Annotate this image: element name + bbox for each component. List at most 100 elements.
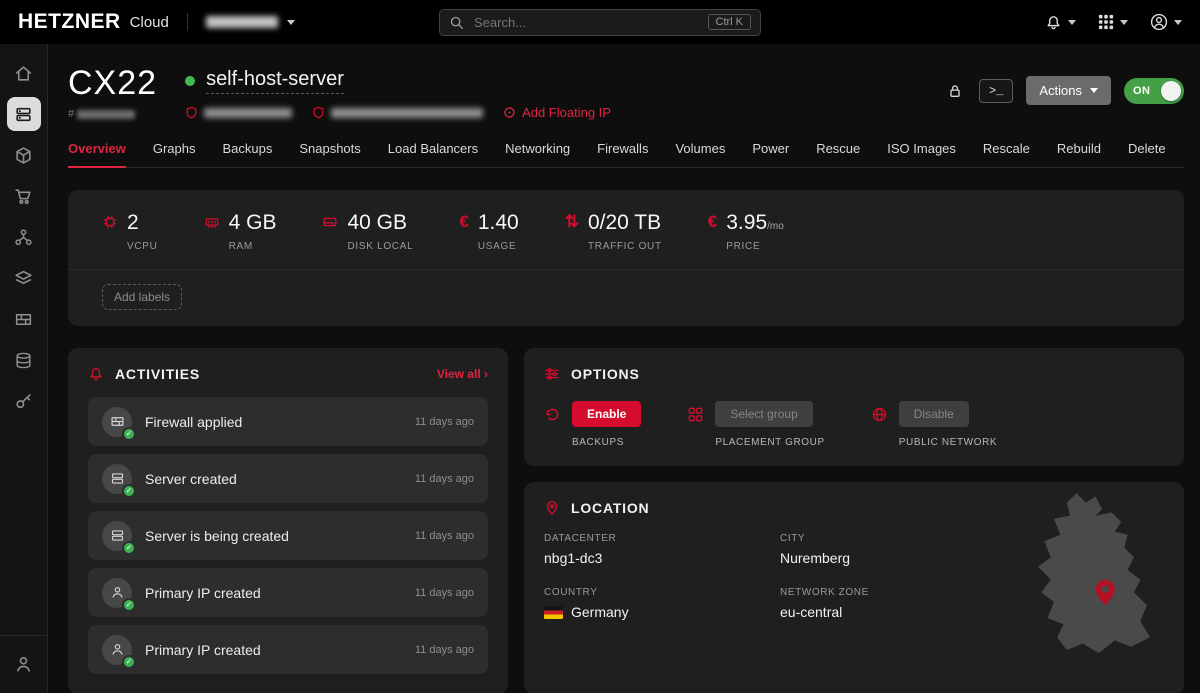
notifications-menu[interactable] xyxy=(1045,14,1076,31)
server-id-redacted xyxy=(77,110,135,119)
server-id: # xyxy=(68,108,157,120)
actions-button[interactable]: Actions xyxy=(1026,76,1111,105)
sidebar-item-networks[interactable] xyxy=(7,220,41,254)
layers-icon xyxy=(14,269,33,288)
search-input[interactable] xyxy=(472,14,700,31)
ip-row: Add Floating IP xyxy=(185,105,611,120)
add-floating-ip-link[interactable]: Add Floating IP xyxy=(503,105,611,120)
enable-backups-button[interactable]: Enable xyxy=(572,401,641,427)
cpu-icon xyxy=(102,214,118,230)
power-toggle[interactable]: ON xyxy=(1124,78,1184,104)
tab-firewalls[interactable]: Firewalls xyxy=(597,141,648,167)
tab-rescue[interactable]: Rescue xyxy=(816,141,860,167)
field-label: NETWORK ZONE xyxy=(780,587,1016,598)
shield-icon xyxy=(185,106,198,119)
stat-label: TRAFFIC OUT xyxy=(588,241,662,252)
shield-icon xyxy=(312,106,325,119)
activity-row[interactable]: Firewall applied 11 days ago xyxy=(88,397,488,446)
sidebar-item-security[interactable] xyxy=(7,384,41,418)
database-icon xyxy=(14,351,33,370)
tab-graphs[interactable]: Graphs xyxy=(153,141,196,167)
stat-label: DISK LOCAL xyxy=(347,241,413,252)
options-card: OPTIONS Enable BACKUPS xyxy=(524,348,1184,466)
server-name[interactable]: self-host-server xyxy=(206,68,344,94)
bell-icon xyxy=(88,366,104,382)
sidebar-item-load-balancers[interactable] xyxy=(7,261,41,295)
toggle-knob xyxy=(1161,81,1181,101)
sidebar-item-feedback[interactable] xyxy=(7,647,41,681)
tab-iso-images[interactable]: ISO Images xyxy=(887,141,956,167)
location-title: LOCATION xyxy=(571,500,649,516)
activities-title: ACTIVITIES xyxy=(115,366,200,382)
field-datacenter: DATACENTER nbg1-dc3 xyxy=(544,533,780,566)
chevron-down-icon xyxy=(1120,20,1128,25)
activity-row[interactable]: Server created 11 days ago xyxy=(88,454,488,503)
chevron-down-icon xyxy=(1068,20,1076,25)
view-all-link[interactable]: View all xyxy=(437,367,488,381)
sidebar-item-volumes[interactable] xyxy=(7,343,41,377)
server-stats-card: 2 VCPU 4 GB RAM xyxy=(68,190,1184,326)
tab-networking[interactable]: Networking xyxy=(505,141,570,167)
location-pin-icon xyxy=(544,500,560,516)
field-label: COUNTRY xyxy=(544,587,780,598)
sidebar-item-images[interactable] xyxy=(7,138,41,172)
product-name: Cloud xyxy=(130,14,169,31)
apps-menu[interactable] xyxy=(1098,14,1128,30)
field-value: Nuremberg xyxy=(780,550,1016,566)
option-public-network: Disable PUBLIC NETWORK xyxy=(871,401,997,448)
activities-list: Firewall applied 11 days ago Server crea… xyxy=(88,397,488,674)
stat-value: 40 GB xyxy=(347,211,413,234)
activity-label: Server is being created xyxy=(145,528,289,544)
user-icon xyxy=(1150,13,1168,31)
project-selector[interactable] xyxy=(206,16,295,28)
disable-public-network-button[interactable]: Disable xyxy=(899,401,969,427)
grid-icon xyxy=(1098,14,1114,30)
search-bar[interactable]: Ctrl K xyxy=(439,9,761,36)
add-labels-button[interactable]: Add labels xyxy=(102,284,182,310)
stat-value: 3.95/mo xyxy=(726,211,784,234)
sidebar-item-firewalls[interactable] xyxy=(7,302,41,336)
ipv4-redacted xyxy=(204,108,292,118)
lock-button[interactable] xyxy=(944,80,966,102)
server-icon xyxy=(14,105,33,124)
tab-rebuild[interactable]: Rebuild xyxy=(1057,141,1101,167)
status-dot xyxy=(185,76,195,86)
account-menu[interactable] xyxy=(1150,13,1182,31)
tab-delete[interactable]: Delete xyxy=(1128,141,1166,167)
console-button[interactable]: >_ xyxy=(979,79,1013,103)
server-type-block: CX22 # xyxy=(68,66,157,120)
activity-label: Firewall applied xyxy=(145,414,242,430)
tab-rescale[interactable]: Rescale xyxy=(983,141,1030,167)
project-name-redacted xyxy=(206,16,278,28)
select-placement-group-button[interactable]: Select group xyxy=(715,401,812,427)
activity-row[interactable]: Primary IP created 11 days ago xyxy=(88,625,488,674)
primary-ipv4[interactable] xyxy=(185,106,292,119)
globe-icon xyxy=(871,406,888,423)
sidebar-item-cart[interactable] xyxy=(7,179,41,213)
primary-ipv6[interactable] xyxy=(312,106,483,119)
topbar: HETZNER Cloud Ctrl K xyxy=(0,0,1200,44)
home-icon xyxy=(14,64,33,83)
ram-icon xyxy=(204,214,220,230)
overview-grid: ACTIVITIES View all Firewall applied 11 … xyxy=(68,348,1184,693)
sidebar-item-home[interactable] xyxy=(7,56,41,90)
backup-restore-icon xyxy=(544,406,561,423)
topbar-divider xyxy=(187,13,188,31)
tab-backups[interactable]: Backups xyxy=(222,141,272,167)
hetzner-logo[interactable]: HETZNER xyxy=(18,10,121,34)
power-toggle-label: ON xyxy=(1133,85,1151,97)
activity-row[interactable]: Primary IP created 11 days ago xyxy=(88,568,488,617)
stat-value: 2 xyxy=(127,211,158,234)
tab-load-balancers[interactable]: Load Balancers xyxy=(388,141,478,167)
euro-icon: € xyxy=(708,212,717,252)
tab-overview[interactable]: Overview xyxy=(68,141,126,168)
sidebar-item-servers[interactable] xyxy=(7,97,41,131)
search-icon xyxy=(449,15,464,30)
activity-row[interactable]: Server is being created 11 days ago xyxy=(88,511,488,560)
stat-value: 4 GB xyxy=(229,211,277,234)
search-shortcut: Ctrl K xyxy=(708,14,752,30)
tab-volumes[interactable]: Volumes xyxy=(675,141,725,167)
tab-snapshots[interactable]: Snapshots xyxy=(299,141,360,167)
tab-power[interactable]: Power xyxy=(752,141,789,167)
field-value: eu-central xyxy=(780,604,1016,620)
